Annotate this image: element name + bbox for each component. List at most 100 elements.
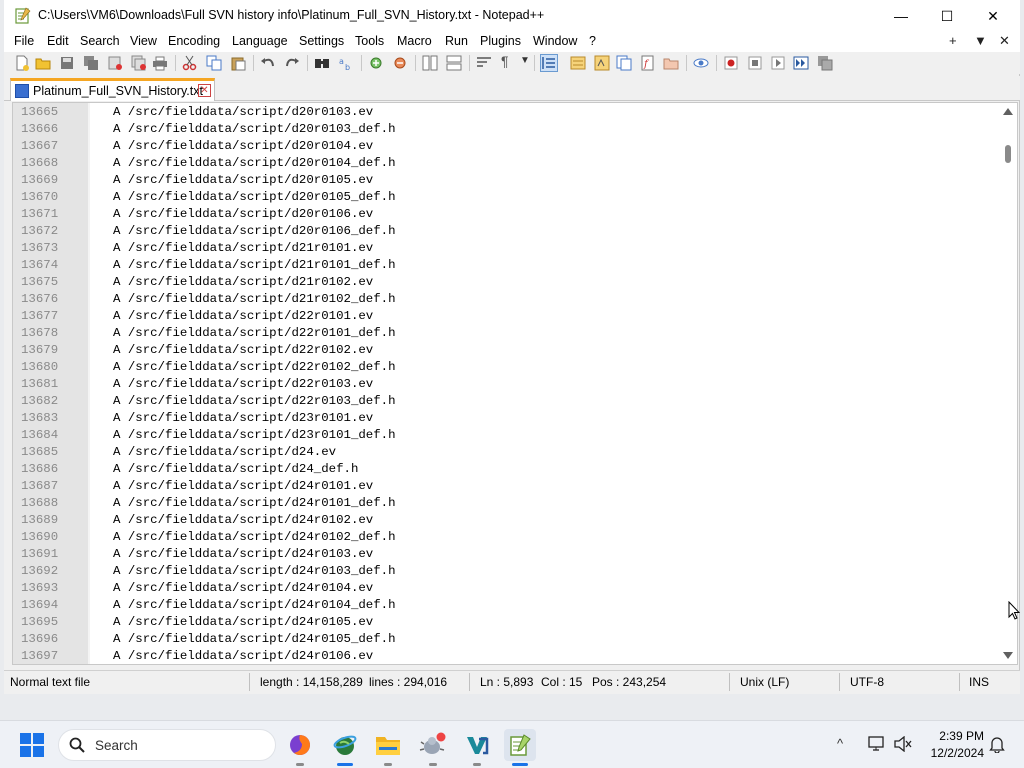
print-icon[interactable] [152,55,168,71]
editor-line[interactable]: 13669 A /src/fielddata/script/d20r0105.ev [13,172,1003,189]
editor-line[interactable]: 13679 A /src/fielddata/script/d22r0102.ev [13,342,1003,359]
close-all-icon[interactable] [131,55,147,71]
editor-line[interactable]: 13665 A /src/fielddata/script/d20r0103.ev [13,104,1003,121]
minimize-button[interactable]: — [878,0,924,32]
editor-line[interactable]: 13677 A /src/fielddata/script/d22r0101.ev [13,308,1003,325]
notification-bell-icon[interactable] [989,736,1005,753]
clock-date[interactable]: 12/2/2024 [920,746,984,760]
editor-line[interactable]: 13683 A /src/fielddata/script/d23r0101.ev [13,410,1003,427]
clock-time[interactable]: 2:39 PM [920,729,984,743]
editor-line[interactable]: 13676 A /src/fielddata/script/d21r0102_de… [13,291,1003,308]
notepad-plus-plus-taskbar-button[interactable] [504,729,536,766]
sync-vertical-icon[interactable] [422,55,438,71]
menu-settings[interactable]: Settings [299,34,344,48]
menu-window[interactable]: Window [533,34,577,48]
save-all-icon[interactable] [83,55,99,71]
document-map-icon[interactable] [594,55,610,71]
paste-icon[interactable] [230,55,246,71]
editor-line[interactable]: 13692 A /src/fielddata/script/d24r0103_de… [13,563,1003,580]
zoom-in-icon[interactable] [368,55,384,71]
editor-line[interactable]: 13671 A /src/fielddata/script/d20r0106.ev [13,206,1003,223]
menu-search[interactable]: Search [80,34,120,48]
menu-macro[interactable]: Macro [397,34,432,48]
title-bar[interactable]: C:\Users\VM6\Downloads\Full SVN history … [4,0,1020,32]
new-file-icon[interactable] [14,55,30,71]
menu-help[interactable]: ? [589,34,596,48]
editor-line[interactable]: 13682 A /src/fielddata/script/d22r0103_de… [13,393,1003,410]
menu-language[interactable]: Language [232,34,288,48]
record-macro-icon[interactable] [723,55,739,71]
editor-line[interactable]: 13672 A /src/fielddata/script/d20r0106_de… [13,223,1003,240]
play-macro-icon[interactable] [770,55,786,71]
menu-view[interactable]: View [130,34,157,48]
document-list-icon[interactable] [616,55,632,71]
show-hidden-icons-chevron[interactable]: ^ [837,736,843,751]
function-list-icon[interactable]: f [640,55,656,71]
scroll-down-arrow-icon[interactable] [1003,652,1013,659]
redo-icon[interactable] [284,55,300,71]
tab-list-dropdown-icon[interactable]: ▼ [974,33,987,48]
editor-line[interactable]: 13685 A /src/fielddata/script/d24.ev [13,444,1003,461]
menu-tools[interactable]: Tools [355,34,384,48]
run-macro-multiple-icon[interactable] [793,55,809,71]
save-icon[interactable] [59,55,75,71]
editor-line[interactable]: 13666 A /src/fielddata/script/d20r0103_de… [13,121,1003,138]
scroll-up-arrow-icon[interactable] [1003,108,1013,115]
editor-line[interactable]: 13690 A /src/fielddata/script/d24r0102_de… [13,529,1003,546]
editor-line[interactable]: 13694 A /src/fielddata/script/d24r0104_de… [13,597,1003,614]
vs-code-taskbar-button[interactable] [461,729,493,766]
editor-line[interactable]: 13680 A /src/fielddata/script/d22r0102_de… [13,359,1003,376]
file-explorer-taskbar-button[interactable] [372,729,404,766]
sync-horizontal-icon[interactable] [446,55,462,71]
editor-line[interactable]: 13674 A /src/fielddata/script/d21r0101_de… [13,257,1003,274]
save-macro-icon[interactable] [817,55,833,71]
close-document-icon[interactable]: ✕ [999,33,1010,49]
editor-line[interactable]: 13668 A /src/fielddata/script/d20r0104_de… [13,155,1003,172]
zoom-out-icon[interactable] [392,55,408,71]
text-editor[interactable]: 13665 A /src/fielddata/script/d20r0103.ev… [12,102,1018,665]
maximize-button[interactable]: ☐ [924,0,970,32]
editor-line[interactable]: 13673 A /src/fielddata/script/d21r0101.ev [13,240,1003,257]
status-encoding[interactable]: UTF-8 [850,675,884,689]
word-wrap-icon[interactable] [476,55,492,71]
show-all-characters-icon[interactable]: ¶ [501,53,517,69]
editor-line[interactable]: 13693 A /src/fielddata/script/d24r0104.ev [13,580,1003,597]
network-icon[interactable] [868,736,886,752]
scrollbar-thumb[interactable] [1005,145,1011,164]
firefox-taskbar-button[interactable] [284,729,316,766]
menu-edit[interactable]: Edit [47,34,69,48]
editor-line[interactable]: 13689 A /src/fielddata/script/d24r0102.ev [13,512,1003,529]
editor-line[interactable]: 13691 A /src/fielddata/script/d24r0103.ev [13,546,1003,563]
menu-file[interactable]: File [14,34,34,48]
cut-icon[interactable] [182,55,198,71]
volume-muted-icon[interactable] [894,736,912,752]
taskbar-search-box[interactable]: Search [58,729,276,761]
editor-line[interactable]: 13678 A /src/fielddata/script/d22r0101_de… [13,325,1003,342]
editor-line[interactable]: 13686 A /src/fielddata/script/d24_def.h [13,461,1003,478]
editor-line[interactable]: 13697 A /src/fielddata/script/d24r0106.ev [13,648,1003,664]
open-file-icon[interactable] [35,55,51,71]
editor-line[interactable]: 13696 A /src/fielddata/script/d24r0105_de… [13,631,1003,648]
folder-as-workspace-icon[interactable] [663,55,679,71]
stop-macro-icon[interactable] [747,55,763,71]
editor-line[interactable]: 13695 A /src/fielddata/script/d24r0105.ev [13,614,1003,631]
close-button[interactable]: ✕ [970,0,1016,32]
monitoring-eye-icon[interactable] [693,55,709,71]
undo-icon[interactable] [260,55,276,71]
user-defined-language-icon[interactable] [570,55,586,71]
copy-icon[interactable] [206,55,222,71]
find-icon[interactable] [314,55,330,71]
editor-line[interactable]: 13675 A /src/fielddata/script/d21r0102.ev [13,274,1003,291]
close-file-icon[interactable] [107,55,123,71]
editor-line[interactable]: 13684 A /src/fielddata/script/d23r0101_de… [13,427,1003,444]
start-button[interactable] [20,733,44,757]
bug-tool-taskbar-button[interactable] [417,729,449,766]
new-tab-icon[interactable]: + [949,33,957,48]
status-eol[interactable]: Unix (LF) [740,675,789,689]
editor-line[interactable]: 13667 A /src/fielddata/script/d20r0104.ev [13,138,1003,155]
editor-line[interactable]: 13681 A /src/fielddata/script/d22r0103.ev [13,376,1003,393]
menu-plugins[interactable]: Plugins [480,34,521,48]
tab-platinum-full-svn-history[interactable]: Platinum_Full_SVN_History.txt ✕ [10,78,215,101]
editor-line[interactable]: 13688 A /src/fielddata/script/d24r0101_de… [13,495,1003,512]
indent-guide-icon[interactable] [540,54,558,72]
